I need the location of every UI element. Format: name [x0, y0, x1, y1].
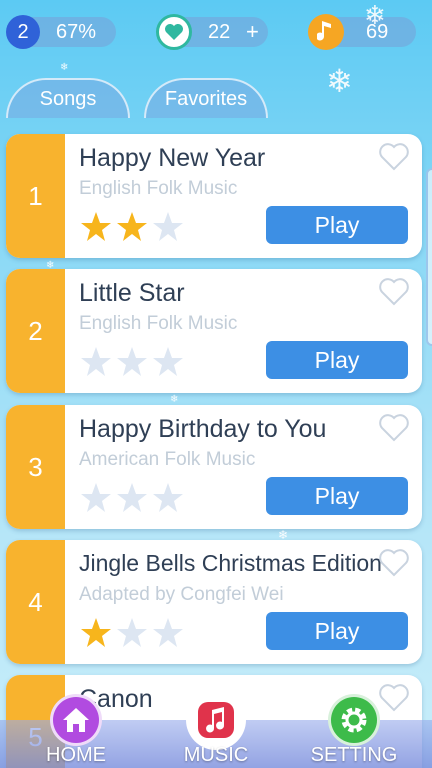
star-empty-icon — [81, 483, 111, 512]
song-card: 3 Happy Birthday to You American Folk Mu… — [6, 405, 422, 529]
nav-setting-label: SETTING — [310, 744, 398, 766]
song-title: Happy Birthday to You — [79, 415, 327, 443]
song-card: 4 Jingle Bells Christmas Edition Adapted… — [6, 540, 422, 664]
play-button[interactable]: Play — [266, 341, 408, 379]
star-filled-icon — [117, 212, 147, 241]
music-note-icon — [308, 14, 344, 50]
nav-setting[interactable]: SETTING — [306, 690, 402, 768]
lives-counter: 22 + — [156, 14, 268, 50]
lives-count: 22 — [208, 21, 231, 43]
song-number: 1 — [6, 134, 65, 258]
star-empty-icon — [117, 618, 147, 647]
snowflake-icon: ❄ — [326, 63, 353, 99]
star-empty-icon — [117, 483, 147, 512]
song-rating — [79, 345, 185, 379]
add-lives-button[interactable]: + — [246, 19, 259, 45]
favorite-heart-icon[interactable] — [378, 142, 410, 172]
snowflake-icon: ❄ — [278, 528, 289, 542]
level-progress: 2 67% — [6, 15, 116, 49]
song-title: Happy New Year — [79, 144, 266, 172]
nav-home[interactable]: HOME — [28, 690, 124, 768]
star-filled-icon — [81, 212, 111, 241]
nav-music[interactable]: MUSIC — [168, 690, 264, 768]
nav-music-label: MUSIC — [183, 744, 249, 766]
snowflake-icon: ❄ — [364, 0, 386, 30]
song-title: Jingle Bells Christmas Edition — [79, 550, 382, 576]
scroll-indicator[interactable] — [426, 168, 432, 346]
play-button[interactable]: Play — [266, 477, 408, 515]
star-empty-icon — [153, 483, 183, 512]
nav-home-label: HOME — [46, 744, 106, 766]
song-number: 4 — [6, 540, 65, 664]
heart-icon — [156, 14, 192, 50]
star-empty-icon — [81, 347, 111, 376]
tab-songs[interactable]: Songs — [6, 78, 130, 118]
favorite-heart-icon[interactable] — [378, 548, 410, 578]
song-list[interactable]: 1 Happy New Year English Folk Music Play… — [0, 118, 432, 768]
gear-icon — [328, 694, 380, 746]
song-card: 2 Little Star English Folk Music Play — [6, 269, 422, 393]
favorite-heart-icon[interactable] — [378, 413, 410, 443]
song-rating — [79, 616, 185, 650]
song-subtitle: English Folk Music — [79, 178, 238, 199]
star-empty-icon — [153, 618, 183, 647]
snowflake-icon: ❄ — [46, 260, 55, 271]
play-button[interactable]: Play — [266, 612, 408, 650]
star-empty-icon — [153, 212, 183, 241]
status-bar: 2 67% 22 + 69 ❄ ❄ ❄ — [0, 0, 432, 99]
level-badge: 2 — [6, 15, 40, 49]
music-icon — [186, 690, 246, 750]
tab-favorites[interactable]: Favorites — [144, 78, 268, 118]
play-button[interactable]: Play — [266, 206, 408, 244]
song-rating — [79, 210, 185, 244]
level-progress-label: 67% — [56, 21, 97, 43]
snowflake-icon: ❄ — [60, 62, 69, 73]
snowflake-icon: ❄ — [170, 394, 179, 405]
star-empty-icon — [153, 347, 183, 376]
song-number: 3 — [6, 405, 65, 529]
star-filled-icon — [81, 618, 111, 647]
favorite-heart-icon[interactable] — [378, 277, 410, 307]
song-rating — [79, 481, 185, 515]
song-card: 1 Happy New Year English Folk Music Play — [6, 134, 422, 258]
song-number: 2 — [6, 269, 65, 393]
song-subtitle: Adapted by Congfei Wei — [79, 584, 284, 605]
bottom-nav: HOME MUSIC SETTING — [0, 690, 432, 768]
home-icon — [50, 694, 102, 746]
song-subtitle: English Folk Music — [79, 313, 238, 334]
song-title: Little Star — [79, 279, 185, 307]
song-subtitle: American Folk Music — [79, 449, 256, 470]
star-empty-icon — [117, 347, 147, 376]
